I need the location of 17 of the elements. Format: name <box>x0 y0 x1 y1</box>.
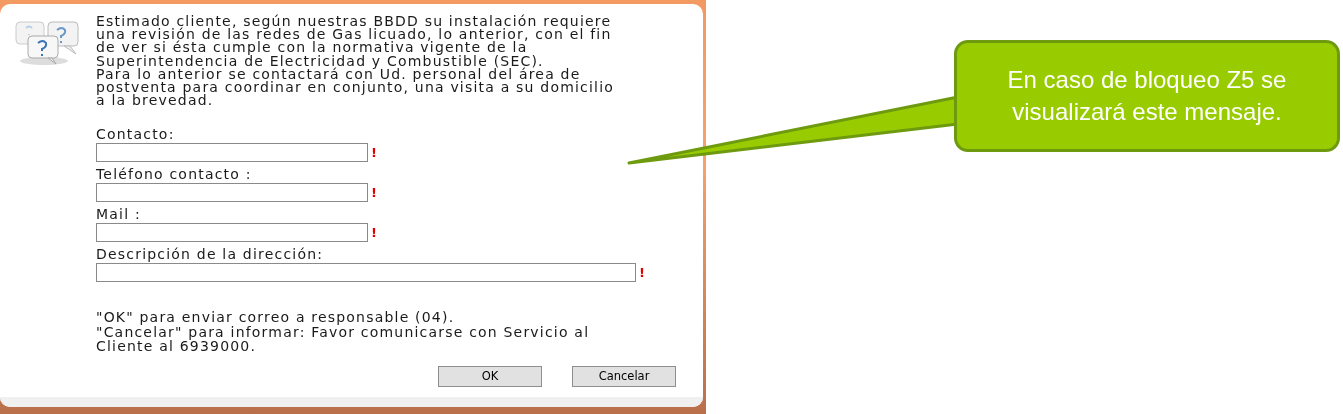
text-field[interactable] <box>96 263 636 283</box>
required-mark: ! <box>371 184 379 203</box>
required-mark: ! <box>639 264 647 283</box>
required-mark: ! <box>371 144 379 163</box>
field-label: Descripción de la dirección: <box>96 246 324 264</box>
cancel-button[interactable]: Cancelar <box>572 365 676 387</box>
field-label: Mail : <box>96 206 141 224</box>
field-label: Teléfono contacto : <box>96 166 252 184</box>
text-field[interactable] <box>96 223 368 243</box>
ok-button[interactable]: OK <box>438 365 542 387</box>
dialog-note: "OK" para enviar correo a responsable (04). "Cancelar" para informar: Favor comunicarse con Servicio al Cliente al 6939000. <box>96 310 591 354</box>
text-field[interactable] <box>96 143 368 163</box>
dialog-message: Estimado cliente, según nuestras BBDD su instalación requiere una revisión de las redes de Gas licuado, lo anterior, con el fin de ver si ésta cumple con la normativa vigente de la Superintendencia de Electricidad y Combustible (SEC). Para lo anterior se contactará con Ud. personal del área de postventa para coordinar en conjunto, una visita a su domicilio a la brevedad. <box>96 15 616 108</box>
callout-text: En caso de bloqueo Z5 se visualizará este mensaje. <box>954 40 1340 152</box>
field-label: Contacto: <box>96 126 175 144</box>
text-field[interactable] <box>96 183 368 203</box>
required-mark: ! <box>371 224 379 243</box>
